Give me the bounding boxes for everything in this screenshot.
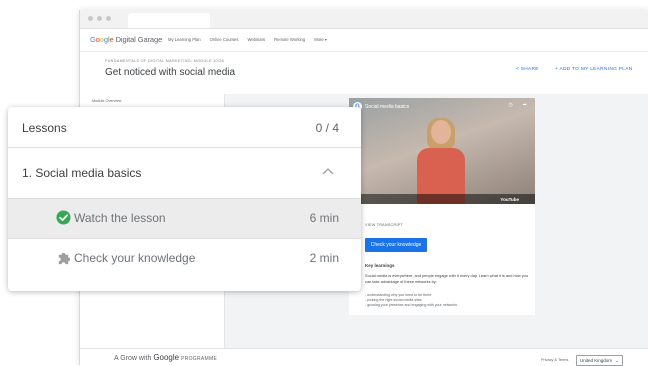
digital-garage-logo[interactable]: Google Digital Garage [90,35,162,44]
chevron-down-icon: ⌄ [615,357,619,363]
check-circle-icon [56,210,71,225]
grow-with-google-logo[interactable]: A Grow with Google PROGRAMME [114,353,217,362]
minimize-dot[interactable] [97,16,102,21]
nav-links: My Learning Plan Online Courses Webinars… [168,37,327,42]
lesson-item-duration: 6 min [309,211,339,225]
key-learnings-text: Social media is everywhere, and people e… [365,273,528,284]
browser-tab[interactable] [128,13,210,28]
lessons-panel: Lessons 0 / 4 1. Social media basics Wat… [8,107,361,291]
nav-online-courses[interactable]: Online Courses [210,37,239,42]
lessons-progress: 0 / 4 [315,121,339,135]
list-item: growing your presence and engaging with … [365,303,457,308]
region-select[interactable]: United Kingdom ⌄ [576,355,623,366]
section-toggle[interactable]: 1. Social media basics [8,148,361,199]
section-title: 1. Social media basics [22,166,142,180]
site-nav: Google Digital Garage My Learning Plan O… [80,29,648,52]
share-button[interactable]: < SHARE [516,67,539,72]
key-learnings-list: understanding why you need to be there p… [365,293,457,308]
key-learnings-title: Key learnings [365,263,395,268]
share-arrow-icon[interactable]: ➦ [523,102,527,108]
nav-more[interactable]: More ▾ [314,37,327,42]
window-controls [88,16,111,21]
lesson-card: G Social media basics ◷ ➦ YouTube VIEW T… [349,98,535,315]
lesson-item-watch[interactable]: Watch the lesson 6 min [8,199,361,238]
video-controls: YouTube [349,194,535,204]
lesson-item-quiz[interactable]: Check your knowledge 2 min [8,238,361,278]
check-knowledge-button[interactable]: Check your knowledge [365,238,427,252]
chevron-up-icon [322,168,334,175]
puzzle-icon [58,252,71,265]
nav-my-learning-plan[interactable]: My Learning Plan [168,37,201,42]
youtube-logo[interactable]: YouTube [500,197,519,202]
lesson-item-duration: 2 min [309,251,339,265]
privacy-terms-link[interactable]: Privacy & Terms [541,358,568,362]
add-to-plan-button[interactable]: + ADD TO MY LEARNING PLAN [555,67,632,72]
view-transcript-link[interactable]: VIEW TRANSCRIPT [365,223,403,227]
nav-webinars[interactable]: Webinars [247,37,265,42]
module-overview-link[interactable]: Module Overview [92,99,121,103]
close-dot[interactable] [88,16,93,21]
watch-later-icon[interactable]: ◷ [508,102,512,108]
browser-chrome [80,10,648,29]
lessons-title: Lessons [22,121,67,135]
video-actions: ◷ ➦ [508,102,527,108]
module-eyebrow: FUNDAMENTALS OF DIGITAL MARKETING: MODUL… [105,59,225,63]
nav-remote-working[interactable]: Remote Working [274,37,305,42]
video-title: G Social media basics [353,102,409,111]
lesson-item-label: Check your knowledge [74,251,196,265]
video-player[interactable]: G Social media basics ◷ ➦ YouTube [349,98,535,204]
footer: A Grow with Google PROGRAMME Privacy & T… [80,348,648,366]
lessons-header: Lessons 0 / 4 [8,107,361,148]
page-title: Get noticed with social media [105,67,236,78]
maximize-dot[interactable] [106,16,111,21]
lesson-item-label: Watch the lesson [74,211,166,225]
presenter-image [417,118,465,204]
